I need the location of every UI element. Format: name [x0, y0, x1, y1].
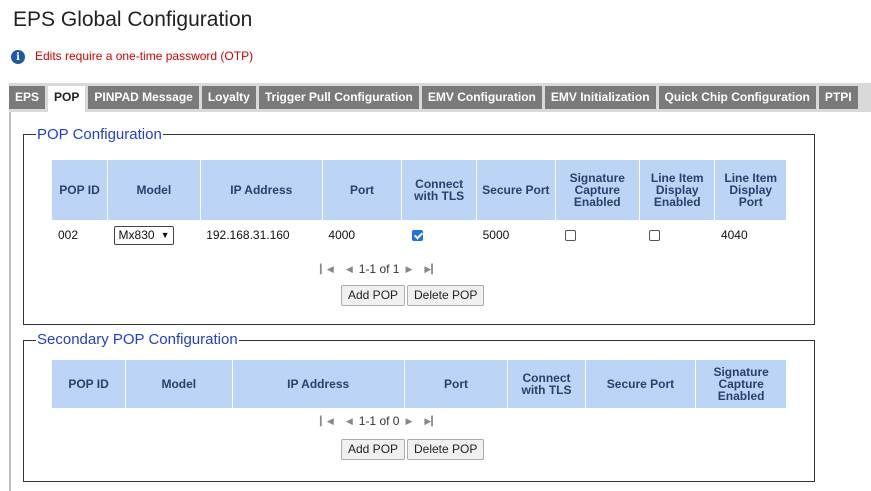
- add-pop-button[interactable]: Add POP: [341, 285, 406, 306]
- info-icon: i: [11, 50, 25, 64]
- next-page-icon[interactable]: ▶: [405, 264, 412, 275]
- delete-pop-button[interactable]: Delete POP: [407, 285, 485, 306]
- first-page-icon[interactable]: ▎◀: [320, 416, 334, 427]
- cell-secure-port: 5000: [482, 228, 510, 242]
- col-port[interactable]: Port: [404, 360, 509, 408]
- model-select-value: Mx830: [118, 228, 155, 242]
- pop-tab-panel: POP Configuration POP ID Model IP Addres…: [9, 112, 871, 491]
- prev-page-icon[interactable]: ◀: [346, 264, 353, 275]
- cell-pop-id: 002: [58, 228, 79, 242]
- chevron-down-icon: ▼: [160, 230, 170, 240]
- col-model[interactable]: Model: [107, 160, 201, 220]
- col-pop-id[interactable]: POP ID: [52, 360, 127, 408]
- col-model[interactable]: Model: [125, 360, 233, 408]
- tab-eps[interactable]: EPS: [9, 86, 46, 109]
- secondary-pop-configuration-legend: Secondary POP Configuration: [36, 331, 239, 348]
- first-page-icon[interactable]: ▎◀: [320, 264, 334, 275]
- col-secure-port[interactable]: Secure Port: [476, 160, 556, 220]
- tab-trigger-pull-configuration[interactable]: Trigger Pull Configuration: [258, 86, 419, 109]
- col-signature-capture[interactable]: Signature Capture Enabled: [695, 360, 786, 408]
- tab-pop[interactable]: POP: [48, 86, 86, 112]
- add-secondary-pop-button[interactable]: Add POP: [341, 439, 406, 460]
- next-page-icon[interactable]: ▶: [405, 416, 412, 427]
- tab-pinpad-message[interactable]: PINPAD Message: [88, 86, 199, 109]
- signature-capture-checkbox[interactable]: [565, 230, 577, 242]
- pager-range: 1-1 of 0: [358, 414, 400, 428]
- cell-port: 4000: [328, 228, 356, 242]
- last-page-icon[interactable]: ▶▎: [424, 416, 438, 427]
- connect-tls-checkbox[interactable]: [411, 230, 423, 242]
- col-line-item-display[interactable]: Line Item Display Enabled: [639, 160, 716, 220]
- prev-page-icon[interactable]: ◀: [346, 416, 353, 427]
- tab-ptpi[interactable]: PTPI: [818, 86, 858, 109]
- col-line-item-display-port[interactable]: Line Item Display Port: [714, 160, 786, 220]
- tab-emv-configuration[interactable]: EMV Configuration: [421, 86, 542, 109]
- pop-pager: ▎◀ ◀ 1-1 of 1 ▶ ▶▎: [314, 262, 444, 276]
- tab-bar: EPS POP PINPAD Message Loyalty Trigger P…: [9, 83, 871, 112]
- col-secure-port[interactable]: Secure Port: [585, 360, 697, 408]
- table-header-row: POP ID Model IP Address Port Connect wit…: [52, 360, 786, 408]
- last-page-icon[interactable]: ▶▎: [424, 264, 438, 275]
- delete-secondary-pop-button[interactable]: Delete POP: [407, 439, 485, 460]
- col-ip-address[interactable]: IP Address: [232, 360, 405, 408]
- table-header-row: POP ID Model IP Address Port Connect wit…: [52, 160, 786, 220]
- secondary-pop-table: POP ID Model IP Address Port Connect wit…: [52, 360, 786, 408]
- col-connect-tls[interactable]: Connect with TLS: [401, 160, 478, 220]
- pager-range: 1-1 of 1: [358, 262, 400, 276]
- pop-table: POP ID Model IP Address Port Connect wit…: [52, 160, 786, 250]
- col-pop-id[interactable]: POP ID: [52, 160, 109, 220]
- otp-notice-text: Edits require a one-time password (OTP): [35, 48, 254, 63]
- col-ip-address[interactable]: IP Address: [200, 160, 323, 220]
- col-port[interactable]: Port: [322, 160, 403, 220]
- otp-notice: i Edits require a one-time password (OTP…: [11, 47, 253, 64]
- tab-loyalty[interactable]: Loyalty: [201, 86, 256, 109]
- col-signature-capture[interactable]: Signature Capture Enabled: [555, 160, 640, 220]
- page-title: EPS Global Configuration: [13, 8, 253, 31]
- tab-emv-initialization[interactable]: EMV Initialization: [544, 86, 656, 109]
- secondary-pop-pager: ▎◀ ◀ 1-1 of 0 ▶ ▶▎: [314, 414, 444, 428]
- tab-quick-chip-configuration[interactable]: Quick Chip Configuration: [658, 86, 816, 109]
- cell-ip-address: 192.168.31.160: [206, 228, 290, 242]
- line-item-display-checkbox[interactable]: [649, 230, 661, 242]
- col-connect-tls[interactable]: Connect with TLS: [507, 360, 586, 408]
- table-row[interactable]: 002 Mx830 ▼ 192.168.31.160 4000 5000 404…: [52, 220, 786, 250]
- model-select[interactable]: Mx830 ▼: [113, 225, 175, 245]
- cell-line-item-display-port: 4040: [720, 228, 748, 242]
- pop-configuration-legend: POP Configuration: [36, 126, 163, 143]
